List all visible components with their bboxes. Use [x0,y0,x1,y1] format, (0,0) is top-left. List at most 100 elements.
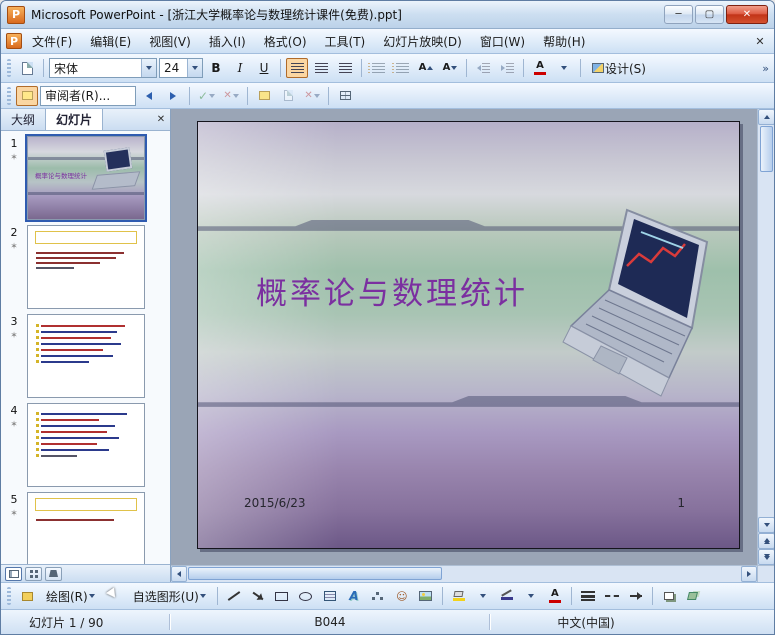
maximize-button[interactable]: ▢ [695,5,724,24]
slide-thumbnail-5[interactable] [27,492,145,564]
tab-slides[interactable]: 幻灯片 [46,109,104,130]
menu-view[interactable]: 视图(V) [141,30,199,53]
laptop-image[interactable] [561,206,713,414]
font-name-combo[interactable]: 宋体 [49,58,157,78]
slide-title-text[interactable]: 概率论与数理统计 [256,268,528,313]
drawing-handle-button[interactable] [16,586,38,606]
decrease-indent-button[interactable] [472,58,494,78]
align-left-button[interactable] [286,58,308,78]
slide-sorter-view-button[interactable] [25,566,42,581]
slide-thumbnail-4[interactable] [27,403,145,487]
numbered-list-button[interactable] [367,58,389,78]
menu-slideshow[interactable]: 幻灯片放映(D) [375,30,470,53]
arrow-style-button[interactable] [625,586,647,606]
toolbar-grip[interactable] [7,587,11,605]
animation-star-icon[interactable]: ✶ [10,242,18,252]
scroll-up-button[interactable] [758,109,774,125]
align-center-button[interactable] [310,58,332,78]
increase-indent-button[interactable] [496,58,518,78]
design-template-name[interactable]: B044 [171,615,489,629]
insert-comment-button[interactable] [253,86,275,106]
wordart-button[interactable]: A [343,586,365,606]
delete-comment-button[interactable]: ✕ [301,86,323,106]
font-name-dropdown-icon[interactable] [141,59,156,77]
menu-tools[interactable]: 工具(T) [317,30,374,53]
menu-format[interactable]: 格式(O) [256,30,315,53]
line-style-button[interactable] [577,586,599,606]
title-bar[interactable]: P Microsoft PowerPoint - [浙江大学概率论与数理统计课件… [1,1,774,29]
animation-star-icon[interactable]: ✶ [10,331,18,341]
menu-edit[interactable]: 编辑(E) [82,30,139,53]
fill-color-dropdown[interactable] [472,586,494,606]
animation-star-icon[interactable]: ✶ [10,420,18,430]
slide-thumbnail-2[interactable] [27,225,145,309]
textbox-tool-button[interactable] [319,586,341,606]
horizontal-scrollbar[interactable] [171,565,757,582]
3d-style-button[interactable] [682,586,704,606]
italic-button[interactable]: I [229,58,251,78]
select-objects-button[interactable] [103,586,125,606]
horizontal-scroll-thumb[interactable] [188,567,442,580]
scroll-down-button[interactable] [758,517,774,533]
slideshow-view-button[interactable] [45,566,62,581]
scroll-left-button[interactable] [171,566,187,582]
underline-button[interactable]: U [253,58,275,78]
normal-view-button[interactable] [5,566,22,581]
animation-star-icon[interactable]: ✶ [10,509,18,519]
vertical-scrollbar[interactable] [757,109,774,565]
next-slide-button[interactable] [758,549,774,565]
reviewers-combo[interactable]: 审阅者(R)... [40,85,136,106]
clipart-button[interactable]: ☺ [391,586,413,606]
line-tool-button[interactable] [223,586,245,606]
horizontal-scroll-track[interactable] [187,566,741,582]
minimize-button[interactable]: ─ [664,5,693,24]
font-color-dropdown[interactable] [553,58,575,78]
apply-change-button[interactable]: ✓ [195,86,218,106]
arrow-tool-button[interactable] [247,586,269,606]
toolbar-options-icon[interactable]: » [762,62,769,75]
previous-item-button[interactable] [138,86,160,106]
previous-slide-button[interactable] [758,533,774,549]
slide-date-text[interactable]: 2015/6/23 [244,496,306,510]
fill-color-button[interactable] [448,586,470,606]
scroll-right-button[interactable] [741,566,757,582]
show-markup-button[interactable] [16,85,38,106]
draw-menu-button[interactable]: 绘图(R) [40,586,101,606]
toolbar-grip[interactable] [7,86,11,105]
close-document-icon[interactable]: ✕ [751,35,769,48]
toolbar-grip[interactable] [7,59,11,77]
shadow-style-button[interactable] [658,586,680,606]
line-color-dropdown[interactable] [520,586,542,606]
tab-outline[interactable]: 大纲 [1,109,47,130]
slide-canvas[interactable]: 概率论与数理统计 2015/6/23 1 [171,109,757,565]
unapply-change-button[interactable]: ✕ [220,86,242,106]
align-right-button[interactable] [334,58,356,78]
slide-1[interactable]: 概率论与数理统计 2015/6/23 1 [197,121,740,549]
diagram-button[interactable] [367,586,389,606]
edit-comment-button[interactable] [277,86,299,106]
menu-insert[interactable]: 插入(I) [201,30,254,53]
panel-close-icon[interactable]: ✕ [152,109,170,130]
animation-star-icon[interactable]: ✶ [10,153,18,163]
revisions-pane-button[interactable] [334,86,356,106]
new-slide-button[interactable] [16,58,38,78]
language-indicator[interactable]: 中文(中国) [491,614,681,631]
font-color-button[interactable]: A [529,58,551,78]
slide-design-button[interactable]: 设计(S) [586,58,652,78]
close-button[interactable]: ✕ [726,5,768,24]
font-size-dropdown-icon[interactable] [187,59,202,77]
menu-help[interactable]: 帮助(H) [535,30,593,53]
menu-window[interactable]: 窗口(W) [472,30,533,53]
bold-button[interactable]: B [205,58,227,78]
menu-file[interactable]: 文件(F) [24,30,80,53]
rectangle-tool-button[interactable] [271,586,293,606]
next-item-button[interactable] [162,86,184,106]
decrease-font-size-button[interactable]: A [439,58,461,78]
increase-font-size-button[interactable]: A [415,58,437,78]
slide-thumbnail-3[interactable] [27,314,145,398]
autoshapes-menu-button[interactable]: 自选图形(U) [127,586,212,606]
slide-thumbnail-1[interactable]: 概率论与数理统计 [25,134,147,222]
draw-font-color-button[interactable]: A [544,586,566,606]
slide-number-text[interactable]: 1 [677,496,685,510]
line-color-button[interactable] [496,586,518,606]
